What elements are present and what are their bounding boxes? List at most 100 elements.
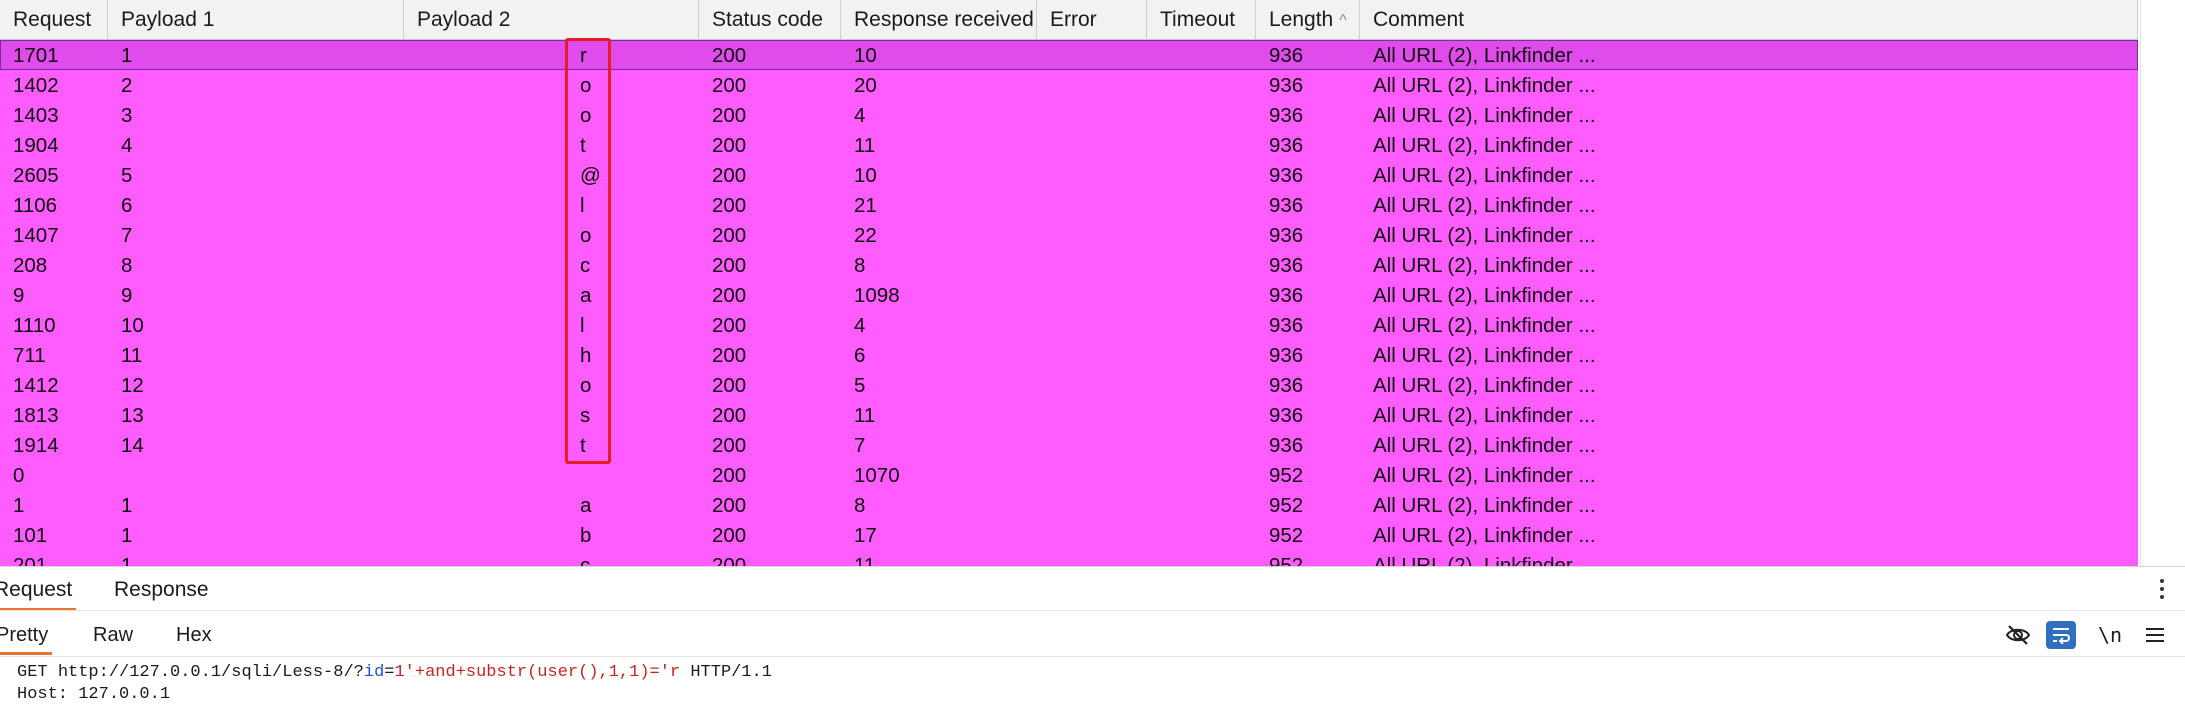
- cell-request: 1403: [13, 104, 59, 127]
- tab-request[interactable]: Request: [0, 567, 77, 611]
- cell-length: 936: [1269, 314, 1304, 337]
- table-row[interactable]: 1407 7 o 200 22 936 All URL (2), Linkfinder ..…: [0, 220, 2138, 250]
- table-row[interactable]: 1106 6 l 200 21 936 All URL (2), Linkfinder ..…: [0, 190, 2138, 220]
- cell-response-received: 1070: [854, 464, 900, 487]
- column-header-status-code[interactable]: Status code: [699, 0, 841, 39]
- cell-payload-1: 3: [121, 104, 133, 127]
- table-row[interactable]: 1813 13 s 200 11 936 All URL (2), Linkfinder .…: [0, 400, 2138, 430]
- table-row[interactable]: 1914 14 t 200 7 936 All URL (2), Linkfinder ..…: [0, 430, 2138, 460]
- cell-timeout: [1147, 220, 1256, 250]
- newline-toggle-icon[interactable]: \n: [2094, 620, 2126, 650]
- cell-timeout: [1147, 340, 1256, 370]
- wrap-lines-icon[interactable]: [2046, 621, 2076, 649]
- cell-error: [1037, 370, 1147, 400]
- table-row[interactable]: 1 1 a 200 8 952 All URL (2), Linkfinder ...: [0, 490, 2138, 520]
- cell-request: 1110: [13, 314, 56, 337]
- cell-response-received: 4: [854, 314, 866, 337]
- cell-comment: All URL (2), Linkfinder ...: [1373, 164, 1596, 187]
- column-header-payload-2[interactable]: Payload 2: [404, 0, 699, 39]
- cell-request: 1106: [13, 194, 58, 217]
- cell-length: 952: [1269, 494, 1304, 517]
- table-row[interactable]: 2605 5 @200 10 936 All URL (2), Linkfinder ..…: [0, 160, 2138, 190]
- table-row[interactable]: 711 11 h 200 6 936 All URL (2), Linkfinder ...: [0, 340, 2138, 370]
- query-param-key: id: [363, 663, 385, 682]
- column-header-comment[interactable]: Comment: [1360, 0, 2138, 39]
- cell-comment: All URL (2), Linkfinder ...: [1373, 554, 1596, 566]
- tab-hex[interactable]: Hex: [176, 611, 212, 655]
- column-header-response-received[interactable]: Response received: [841, 0, 1037, 39]
- cell-payload-1: 2: [121, 74, 133, 97]
- cell-response-received: 10: [854, 164, 877, 187]
- table-row[interactable]: 9 9 a 200 1098 936 All URL (2), Linkfinder ...: [0, 280, 2138, 310]
- request-editor[interactable]: GET http://127.0.0.1/sqli/Less-8/?id=1'+…: [0, 656, 2185, 704]
- column-header-error[interactable]: Error: [1037, 0, 1147, 39]
- cell-payload-2: a: [580, 494, 592, 517]
- cell-error: [1037, 160, 1147, 190]
- table-row[interactable]: 101 1 b 200 17 952 All URL (2), Linkfinder ...: [0, 520, 2138, 550]
- cell-payload-2: t: [580, 134, 586, 157]
- cell-timeout: [1147, 400, 1256, 430]
- table-row[interactable]: 1110 10 l 200 4 936 All URL (2), Linkfinder ..…: [0, 310, 2138, 340]
- cell-timeout: [1147, 430, 1256, 460]
- cell-response-received: 11: [854, 134, 876, 157]
- cell-error: [1037, 100, 1147, 130]
- column-header-payload-1[interactable]: Payload 1: [108, 0, 404, 39]
- cell-length: 936: [1269, 284, 1304, 307]
- cell-status-code: 200: [712, 134, 747, 157]
- table-row[interactable]: 1701 1 r 200 10 936 All URL (2), Linkfinder ..…: [0, 40, 2138, 70]
- results-table[interactable]: Request Payload 1 Payload 2 Status code Resp…: [0, 0, 2140, 566]
- column-header-timeout[interactable]: Timeout: [1147, 0, 1256, 39]
- cell-length: 936: [1269, 434, 1304, 457]
- cell-request: 1701: [13, 44, 59, 67]
- vertical-scrollbar[interactable]: [2140, 0, 2185, 566]
- cell-comment: All URL (2), Linkfinder ...: [1373, 464, 1596, 487]
- cell-length: 936: [1269, 194, 1304, 217]
- cell-status-code: 200: [712, 104, 747, 127]
- cell-request: 1: [13, 494, 25, 517]
- cell-comment: All URL (2), Linkfinder ...: [1373, 374, 1596, 397]
- sort-ascending-icon: ^: [1339, 12, 1347, 29]
- cell-payload-1: 9: [121, 284, 133, 307]
- cell-payload-2: c: [580, 554, 591, 566]
- table-row[interactable]: 0 200 1070 952 All URL (2), Linkfinder ...: [0, 460, 2138, 490]
- cell-comment: All URL (2), Linkfinder ...: [1373, 344, 1596, 367]
- cell-response-received: 1098: [854, 284, 900, 307]
- cell-length: 936: [1269, 224, 1304, 247]
- cell-response-received: 7: [854, 434, 866, 457]
- cell-payload-1: 1: [121, 44, 133, 67]
- cell-error: [1037, 400, 1147, 430]
- table-row[interactable]: 1402 2 o 200 20 936 All URL (2), Linkfinder ..…: [0, 70, 2138, 100]
- cell-response-received: 11: [854, 404, 876, 427]
- hamburger-menu-icon[interactable]: [2140, 620, 2170, 650]
- cell-payload-1: 14: [121, 434, 144, 457]
- cell-request: 1412: [13, 374, 59, 397]
- cell-comment: All URL (2), Linkfinder ...: [1373, 134, 1596, 157]
- message-tab-bar: Request Response: [0, 566, 2185, 611]
- cell-timeout: [1147, 100, 1256, 130]
- cell-timeout: [1147, 520, 1256, 550]
- tab-raw[interactable]: Raw: [93, 611, 133, 655]
- cell-payload-1: 1: [121, 554, 133, 566]
- tab-pretty[interactable]: Pretty: [0, 611, 53, 655]
- hide-eye-icon[interactable]: [2002, 620, 2034, 650]
- request-url: http://127.0.0.1/sqli/Less-8/?: [57, 663, 364, 682]
- cell-payload-1: 7: [121, 224, 133, 247]
- cell-request: 9: [13, 284, 25, 307]
- column-header-request[interactable]: Request: [0, 0, 108, 39]
- cell-request: 1914: [13, 434, 59, 457]
- http-method: GET: [17, 663, 48, 682]
- table-row[interactable]: 201 1 c 200 11 952 All URL (2), Linkfinder ...: [0, 550, 2138, 566]
- cell-status-code: 200: [712, 494, 747, 517]
- more-options-icon[interactable]: [2148, 573, 2176, 605]
- table-row[interactable]: 208 8 c 200 8 936 All URL (2), Linkfinder ...: [0, 250, 2138, 280]
- cell-error: [1037, 550, 1147, 566]
- request-line: GET http://127.0.0.1/sqli/Less-8/?id=1'+…: [17, 661, 772, 685]
- cell-error: [1037, 430, 1147, 460]
- table-header: Request Payload 1 Payload 2 Status code Resp…: [0, 0, 2138, 40]
- tab-response[interactable]: Response: [114, 567, 209, 610]
- column-header-length[interactable]: Length ^: [1256, 0, 1360, 39]
- table-row[interactable]: 1403 3 o 200 4 936 All URL (2), Linkfinder ...: [0, 100, 2138, 130]
- table-row[interactable]: 1904 4 t 200 11 936 All URL (2), Linkfinder ..…: [0, 130, 2138, 160]
- table-row[interactable]: 1412 12 o 200 5 936 All URL (2), Linkfinder ..…: [0, 370, 2138, 400]
- cell-payload-1: 6: [121, 194, 133, 217]
